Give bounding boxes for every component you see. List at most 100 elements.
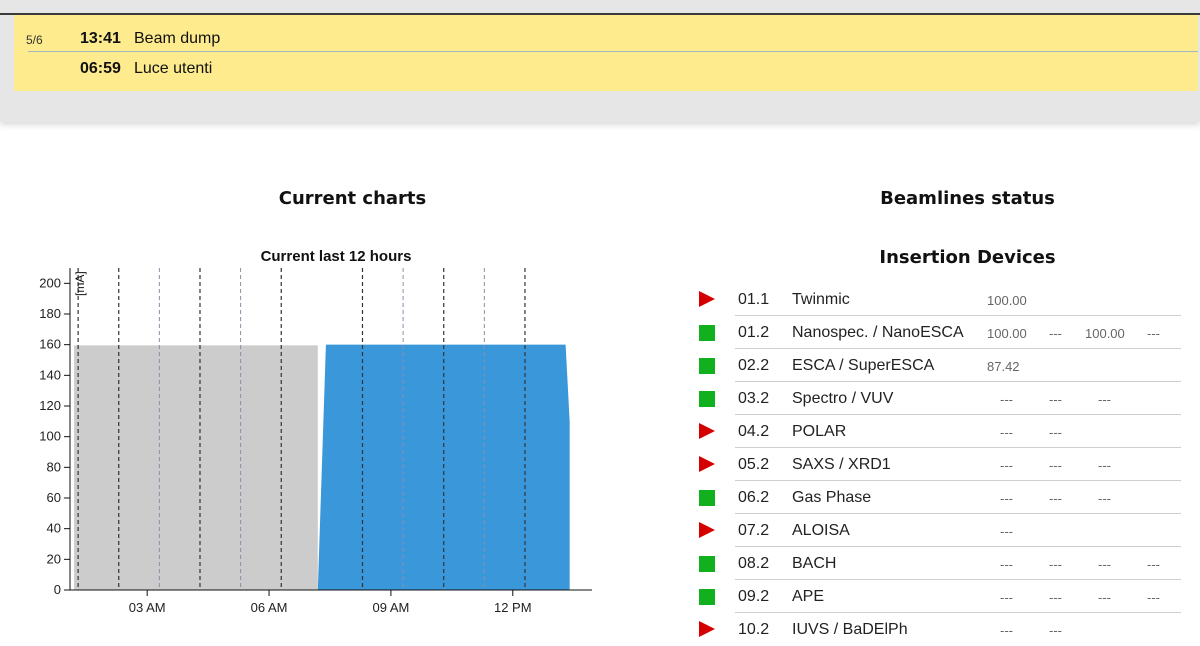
schedule-event: Luce utenti (134, 60, 213, 77)
beamline-code: 01.1 (738, 291, 770, 308)
beamline-name: Gas Phase (792, 489, 872, 506)
beamline-value: --- (1049, 557, 1062, 572)
beamline-name: APE (792, 588, 825, 605)
chart-y-tick-label: 80 (47, 459, 61, 474)
status-warning-triangle-icon (699, 291, 715, 307)
status-warning-triangle-icon (699, 522, 715, 538)
beamline-name: BACH (792, 555, 837, 572)
beamline-value: 100.00 (987, 293, 1027, 308)
beamline-row[interactable]: 02.2 ESCA / SuperESCA 87.42 (695, 349, 1181, 382)
beamlines-status-title: Beamlines status (880, 188, 1055, 209)
status-warning-triangle-icon (699, 621, 715, 637)
beamline-value: --- (1000, 524, 1013, 539)
current-chart: Current last 12 hours 0 20 40 60 80 100 120 140… (39, 248, 592, 615)
beamline-value: --- (1049, 425, 1062, 440)
beamline-value: --- (1147, 590, 1160, 605)
beamline-name: ESCA / SuperESCA (792, 357, 935, 374)
beamline-name: SAXS / XRD1 (792, 456, 891, 473)
schedule-event: Beam dump (134, 30, 221, 47)
beamline-value: --- (1147, 326, 1160, 341)
insertion-devices-title: Insertion Devices (879, 247, 1056, 268)
beamline-code: 04.2 (738, 423, 770, 440)
beamline-row[interactable]: 01.1 Twinmic 100.00 (695, 283, 1181, 316)
beamline-row[interactable]: 01.2 Nanospec. / NanoESCA 100.00 --- 100.00 -… (695, 316, 1181, 349)
current-charts-title: Current charts (278, 188, 427, 209)
beamline-value: --- (1049, 491, 1062, 506)
beamline-value: --- (1098, 590, 1111, 605)
beamline-value: --- (1000, 425, 1013, 440)
chart-y-axis-label: [mA] (73, 271, 87, 296)
beamline-value: --- (1049, 458, 1062, 473)
chart-y-tick-label: 40 (47, 521, 61, 536)
chart-x-tick-label: 12 PM (494, 600, 532, 615)
beamline-code: 09.2 (738, 588, 770, 605)
chart-y-tick-label: 180 (39, 306, 61, 321)
beamline-code: 03.2 (738, 390, 770, 407)
chart-y-tick-label: 140 (39, 367, 61, 382)
chart-y-tick-label: 0 (54, 582, 61, 597)
beamline-row[interactable]: 03.2 Spectro / VUV --- --- --- (695, 382, 1181, 415)
chart-x-tick-label: 03 AM (129, 600, 166, 615)
beamline-code: 05.2 (738, 456, 770, 473)
schedule-time: 06:59 (80, 60, 121, 77)
beamline-name: POLAR (792, 423, 847, 440)
beamline-name: IUVS / BaDElPh (792, 621, 908, 638)
chart-series-group (74, 344, 570, 590)
status-warning-triangle-icon (699, 423, 715, 439)
beamline-name: ALOISA (792, 522, 850, 539)
beamline-value: --- (1000, 458, 1013, 473)
beamline-value: --- (1098, 458, 1111, 473)
schedule-row: 5/6 13:41 Beam dump (14, 24, 1198, 54)
beamline-row[interactable]: 08.2 BACH --- --- --- --- (695, 547, 1181, 580)
chart-x-tick-label: 09 AM (372, 600, 409, 615)
chart-y-tick-label: 20 (47, 551, 61, 566)
beamline-name: Twinmic (792, 291, 850, 308)
schedule-banner: 5/6 13:41 Beam dump 06:59 Luce utenti (0, 0, 1200, 122)
beamline-value: --- (1000, 623, 1013, 638)
chart-x-tick-label: 06 AM (251, 600, 288, 615)
status-ok-square-icon (699, 490, 715, 506)
beamline-value: --- (1000, 557, 1013, 572)
beamline-name: Spectro / VUV (792, 390, 894, 407)
beamline-row[interactable]: 07.2 ALOISA --- (695, 514, 1181, 547)
beamline-value: 100.00 (1085, 326, 1125, 341)
status-ok-square-icon (699, 391, 715, 407)
beamline-name: Nanospec. / NanoESCA (792, 324, 964, 341)
beamline-value: --- (1049, 623, 1062, 638)
chart-y-tick-label: 120 (39, 398, 61, 413)
beamline-value: --- (1098, 557, 1111, 572)
beamline-value: --- (1098, 392, 1111, 407)
status-ok-square-icon (699, 325, 715, 341)
schedule-time: 13:41 (80, 30, 121, 47)
beamline-code: 01.2 (738, 324, 770, 341)
beamline-value: --- (1000, 491, 1013, 506)
beamline-row[interactable]: 04.2 POLAR --- --- (695, 415, 1181, 448)
beamline-value: --- (1049, 392, 1062, 407)
schedule-panel: 5/6 13:41 Beam dump 06:59 Luce utenti (14, 15, 1198, 91)
status-ok-square-icon (699, 589, 715, 605)
beamline-value: --- (1049, 590, 1062, 605)
beamline-value: --- (1098, 491, 1111, 506)
beamline-row[interactable]: 05.2 SAXS / XRD1 --- --- --- (695, 448, 1181, 481)
beamline-row[interactable]: 06.2 Gas Phase --- --- --- (695, 481, 1181, 514)
chart-y-tick-label: 100 (39, 429, 61, 444)
beamline-value: --- (1000, 590, 1013, 605)
chart-y-tick-label: 200 (39, 275, 61, 290)
beamline-row[interactable]: 09.2 APE --- --- --- --- (695, 580, 1181, 613)
beamline-value: --- (1147, 557, 1160, 572)
schedule-row: 06:59 Luce utenti (14, 54, 1198, 84)
chart-title: Current last 12 hours (261, 248, 412, 265)
beamline-row[interactable]: 10.2 IUVS / BaDElPh --- --- (695, 613, 1181, 646)
beamline-value: 87.42 (987, 359, 1020, 374)
beamline-code: 07.2 (738, 522, 770, 539)
schedule-day: 5/6 (26, 33, 43, 47)
beamline-value: 100.00 (987, 326, 1027, 341)
beamline-code: 10.2 (738, 621, 770, 638)
beamline-code: 02.2 (738, 357, 770, 374)
chart-y-tick-label: 160 (39, 337, 61, 352)
beamline-code: 08.2 (738, 555, 770, 572)
beamline-code: 06.2 (738, 489, 770, 506)
schedule-row-divider (28, 51, 1198, 52)
beamline-value: --- (1049, 326, 1062, 341)
status-ok-square-icon (699, 556, 715, 572)
